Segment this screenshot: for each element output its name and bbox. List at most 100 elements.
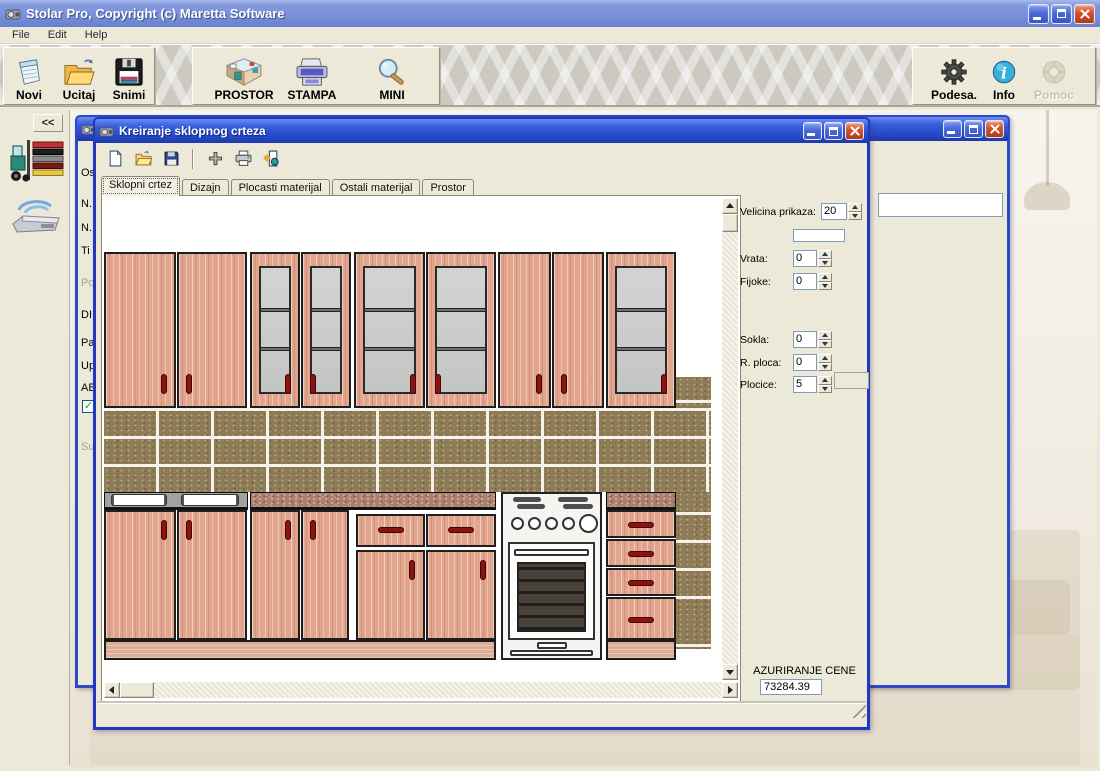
main-window-title: Stolar Pro, Copyright (c) Maretta Softwa… [26, 6, 1023, 21]
podesa-button[interactable]: Podesa. [931, 57, 977, 102]
row-sokla: Sokla: 0 [738, 331, 871, 349]
gear-icon [937, 57, 971, 87]
vrata-spin-down[interactable] [818, 259, 832, 268]
ucitaj-button[interactable]: Ucitaj [56, 57, 102, 102]
glass-divider [617, 347, 665, 351]
fijoke-spin-up[interactable] [818, 273, 832, 282]
door-handle [536, 374, 542, 394]
fijoke-label: Fijoke: [740, 276, 771, 288]
plocice-spin-down[interactable] [818, 385, 832, 394]
tab-ostali-materijal[interactable]: Ostali materijal [332, 179, 421, 196]
sokla-spin-down[interactable] [818, 340, 832, 349]
vrata-field[interactable]: 0 [793, 250, 817, 267]
menu-help[interactable]: Help [77, 28, 116, 42]
row-vrata: Vrata:0 [738, 250, 871, 268]
ghost-lamp-cord [1046, 110, 1049, 186]
menu-edit[interactable]: Edit [40, 28, 75, 42]
menu-file[interactable]: File [4, 28, 38, 42]
tab-plocasti-materijal[interactable]: Plocasti materijal [231, 179, 330, 196]
bg-maximize-button[interactable] [964, 120, 983, 138]
base-cabinet-door [301, 510, 349, 640]
novi-button[interactable]: Novi [6, 57, 52, 102]
velicina-spin-up[interactable] [848, 203, 862, 212]
mini-button[interactable]: MINI [363, 57, 421, 102]
open-folder-icon [62, 57, 96, 87]
r_ploca-spin-up[interactable] [818, 354, 832, 363]
upper-glass-door [426, 252, 496, 408]
drawing-canvas[interactable] [104, 198, 721, 680]
bg-text-field[interactable] [878, 193, 1003, 217]
stack-drawer [606, 510, 676, 538]
printer-icon [292, 57, 332, 87]
upper-glass-door [301, 252, 351, 408]
plocice-field[interactable]: 5 [793, 376, 817, 393]
forklift-icon[interactable] [9, 138, 65, 191]
settings-panel: AZURIRANJE CENE 73284.39 Velicina prikaz… [738, 199, 871, 703]
stack-drawer [606, 597, 676, 640]
base-drawer [426, 514, 496, 547]
glass-divider [437, 347, 485, 351]
r_ploca-spin-down[interactable] [818, 363, 832, 372]
child-minimize-button[interactable] [803, 122, 822, 140]
save-floppy-icon[interactable] [162, 150, 180, 168]
child-close-button[interactable] [845, 122, 864, 140]
pomoc-button[interactable]: Pomoc [1031, 57, 1077, 102]
scroll-down-button[interactable] [722, 664, 738, 680]
r_ploca-field[interactable]: 0 [793, 354, 817, 371]
price-field[interactable]: 73284.39 [760, 679, 822, 695]
minimize-button[interactable] [1028, 4, 1049, 24]
prostor-button[interactable]: PROSTOR [211, 57, 277, 102]
plinth [104, 640, 496, 660]
sokla-field[interactable]: 0 [793, 331, 817, 348]
scroll-up-button[interactable] [722, 198, 738, 214]
glass-divider [437, 308, 485, 312]
child-maximize-button[interactable] [824, 122, 843, 140]
export-icon[interactable] [262, 150, 280, 168]
plus-icon[interactable] [206, 150, 224, 168]
tab-dizajn[interactable]: Dizajn [182, 179, 229, 196]
fijoke-spinner [818, 273, 832, 290]
bg-minimize-button[interactable] [943, 120, 962, 138]
plocice-spin-up[interactable] [818, 376, 832, 385]
glass-pane [615, 266, 667, 394]
door-handle [561, 374, 567, 394]
vertical-scrollbar[interactable] [722, 198, 738, 680]
open-folder-icon[interactable] [134, 150, 152, 168]
maximize-button[interactable] [1051, 4, 1072, 24]
velicina-field[interactable]: 20 [821, 203, 847, 220]
child-window: Kreiranje sklopnog crteza Sklopni crtezD… [93, 117, 870, 730]
close-button[interactable] [1074, 4, 1095, 24]
drawer-pull [537, 642, 567, 649]
child-toolbar [96, 143, 867, 174]
horizontal-scroll-thumb[interactable] [120, 682, 154, 698]
fijoke-spin-down[interactable] [818, 282, 832, 291]
tab-prostor[interactable]: Prostor [422, 179, 473, 196]
tab-sklopni-crtez[interactable]: Sklopni crtez [101, 176, 180, 196]
sokla-label: Sokla: [740, 334, 769, 346]
scanner-icon[interactable] [11, 194, 63, 243]
bg-form-label-5: DI [81, 309, 92, 321]
scroll-left-button[interactable] [104, 682, 120, 698]
door-handle [161, 520, 167, 540]
snimi-button[interactable]: Snimi [106, 57, 152, 102]
counter-sink [104, 492, 248, 510]
vertical-scroll-thumb[interactable] [722, 214, 738, 232]
velicina-label: Velicina prikaza: [740, 206, 816, 218]
sokla-spin-up[interactable] [818, 331, 832, 340]
velicina-spin-down[interactable] [848, 212, 862, 221]
upper-glass-door [354, 252, 425, 408]
bg-close-button[interactable] [985, 120, 1004, 138]
info-button[interactable]: i Info [981, 57, 1027, 102]
door-handle [409, 560, 415, 580]
upper-cabinet-door [498, 252, 551, 408]
stampa-button[interactable]: STAMPA [281, 57, 343, 102]
fijoke-field[interactable]: 0 [793, 273, 817, 290]
print-icon[interactable] [234, 150, 252, 168]
new-page-icon[interactable] [106, 150, 124, 168]
vrata-spin-up[interactable] [818, 250, 832, 259]
horizontal-scrollbar[interactable] [104, 682, 738, 698]
display-size-slider[interactable] [793, 229, 845, 242]
collapse-sidebar-button[interactable]: << [33, 114, 63, 132]
scroll-right-button[interactable] [722, 682, 738, 698]
glass-pane [363, 266, 416, 394]
